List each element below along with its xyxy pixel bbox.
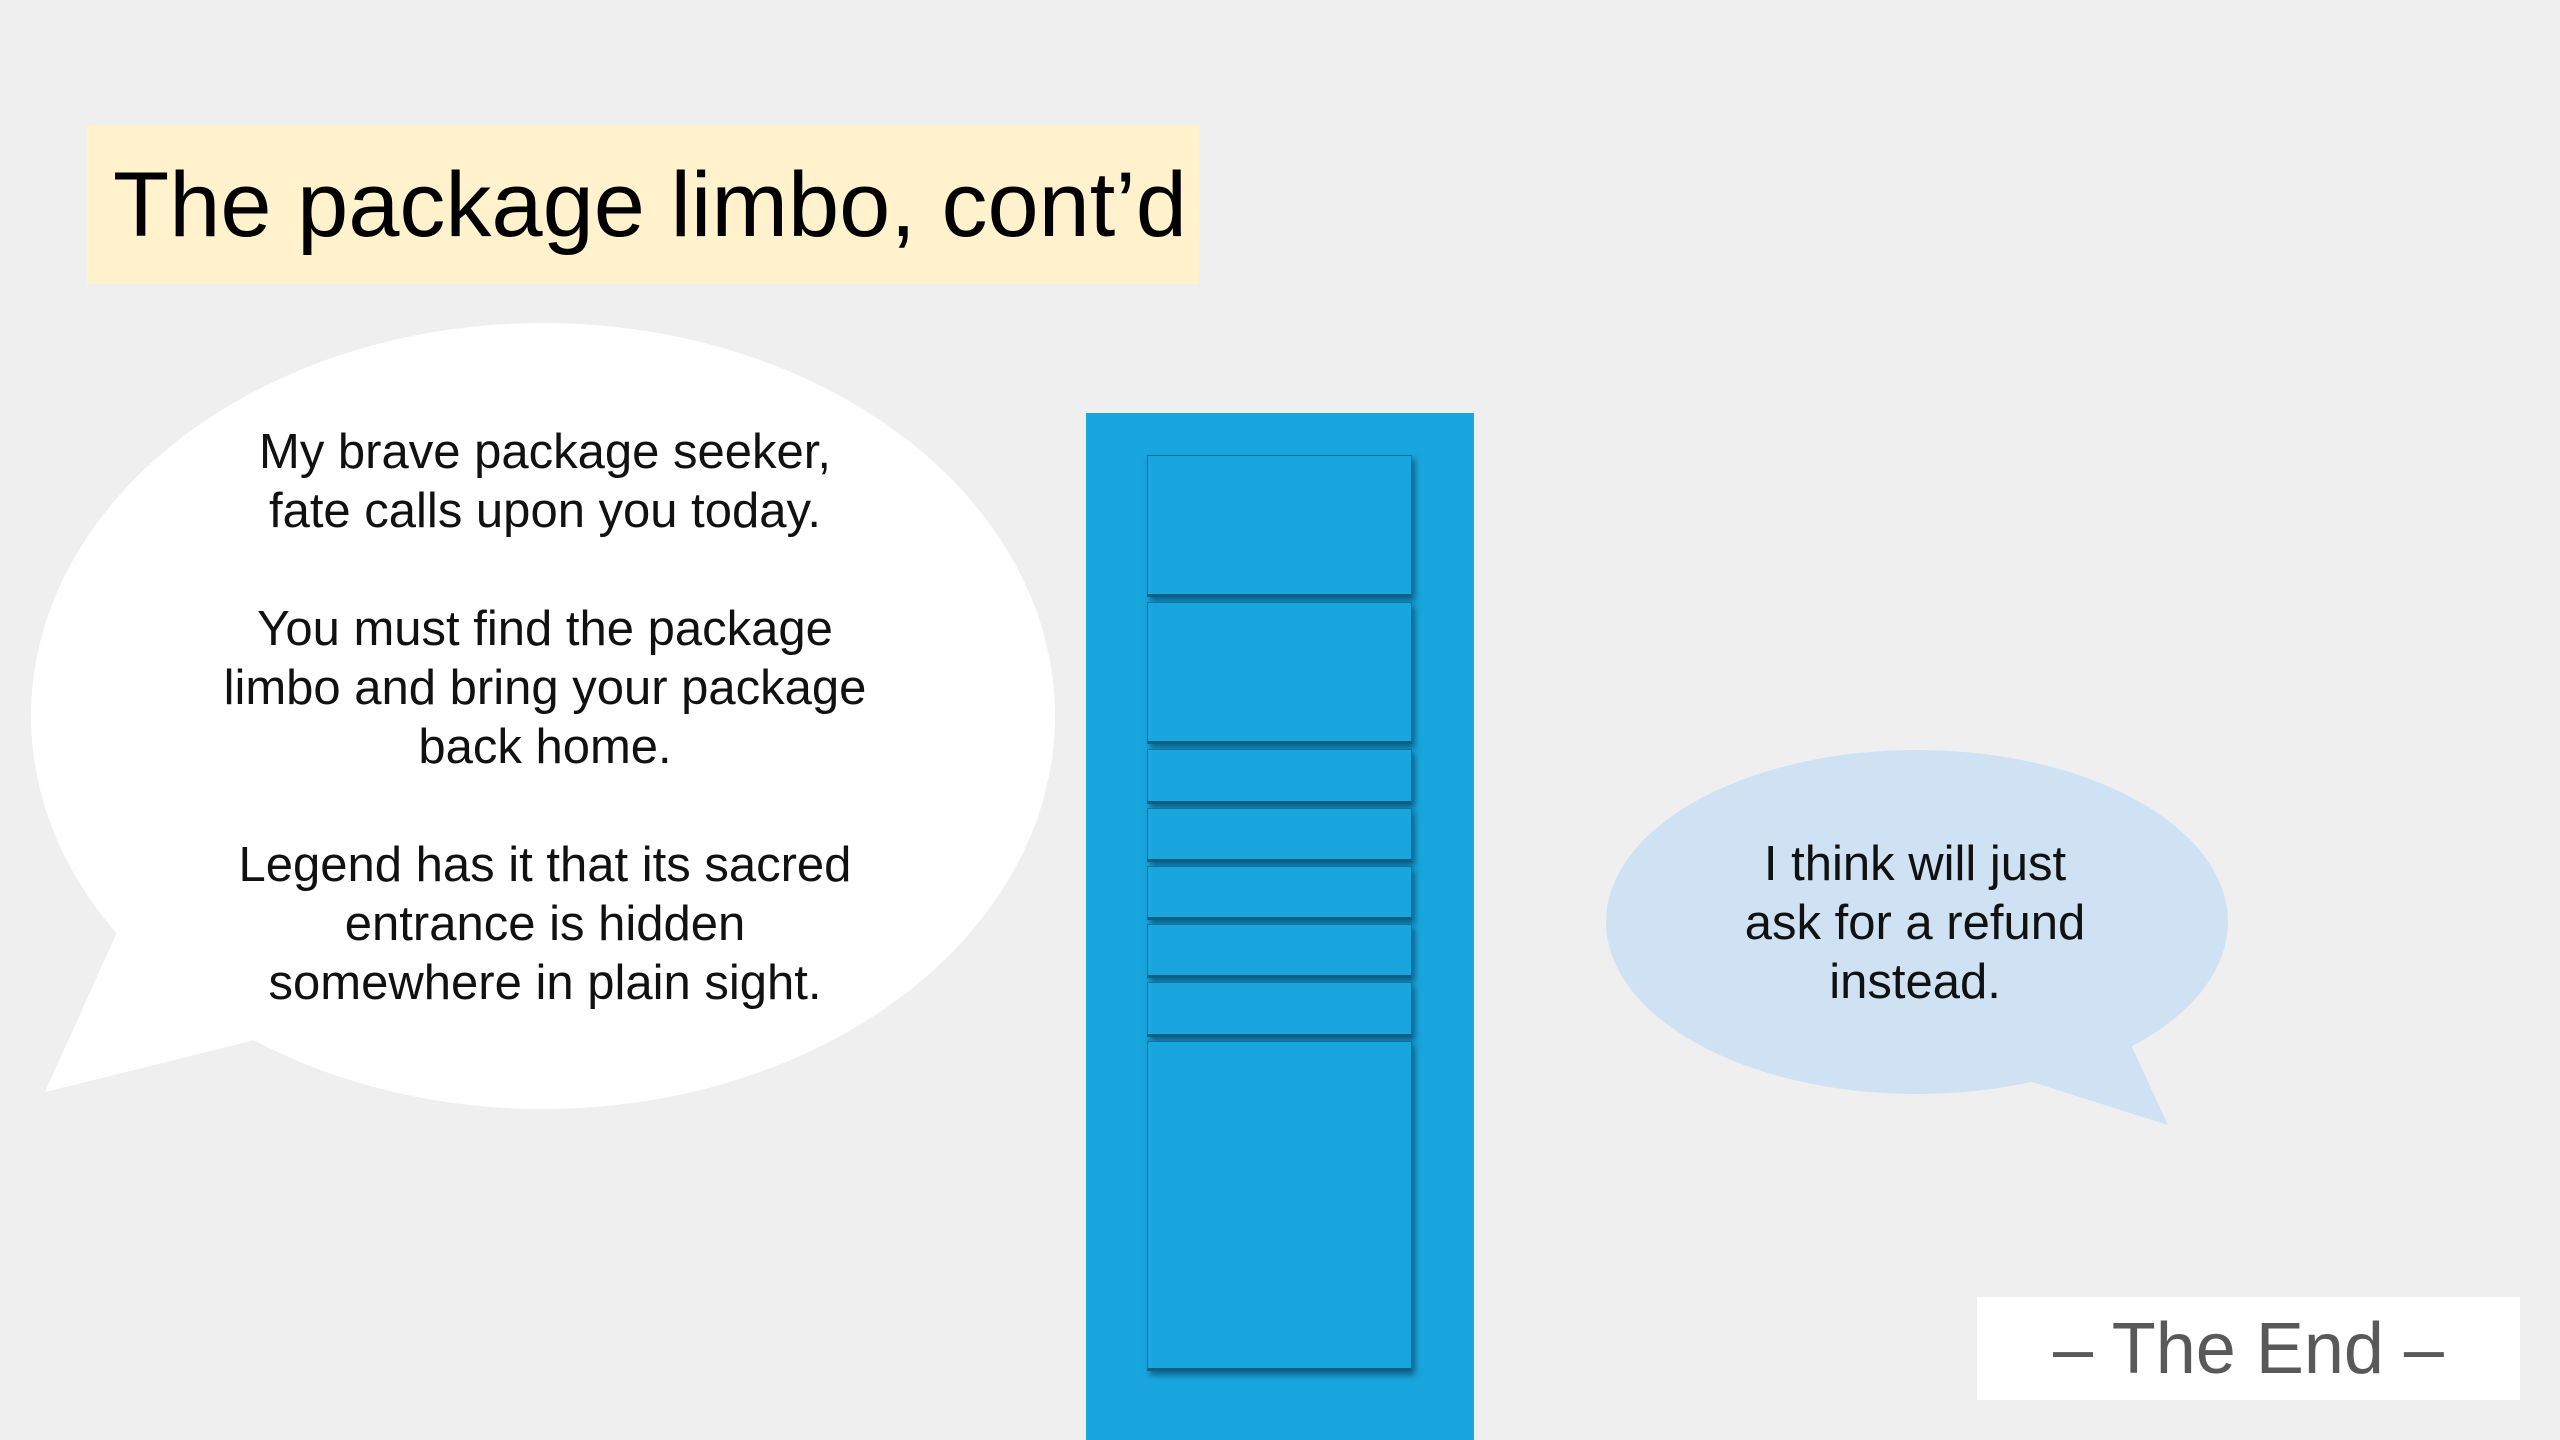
filing-cabinet-icon [1086, 413, 1474, 1440]
cabinet-drawer [1147, 924, 1412, 978]
cabinet-drawer [1147, 982, 1412, 1037]
slide: The package limbo, cont’d My brave packa… [0, 0, 2560, 1440]
cabinet-drawer [1147, 866, 1412, 920]
left-bubble-line: back home. [418, 720, 672, 774]
right-bubble-text: I think will just ask for a refund inste… [1650, 835, 2180, 1012]
left-bubble-line: somewhere in plain sight. [268, 956, 822, 1010]
the-end-box: – The End – [1977, 1297, 2520, 1400]
cabinet-drawer [1147, 455, 1412, 597]
left-bubble-line: Legend has it that its sacred [238, 838, 852, 892]
left-bubble-line: entrance is hidden [344, 897, 746, 951]
cabinet-drawer [1147, 602, 1412, 744]
left-bubble-line: My brave package seeker, [259, 425, 831, 479]
cabinet-drawer [1147, 808, 1412, 862]
right-bubble-line: I think will just [1763, 837, 2067, 891]
cabinet-drawer [1147, 749, 1412, 804]
the-end-label: – The End – [2053, 1308, 2444, 1389]
left-bubble-line: You must find the package [257, 602, 833, 656]
left-bubble-text: My brave package seeker, fate calls upon… [140, 423, 950, 1013]
cabinet-drawer [1147, 1041, 1412, 1371]
right-bubble-line: instead. [1829, 955, 2001, 1009]
right-bubble-line: ask for a refund [1744, 896, 2086, 950]
left-bubble-line: fate calls upon you today. [268, 484, 822, 538]
left-bubble-line: limbo and bring your package [223, 661, 867, 715]
